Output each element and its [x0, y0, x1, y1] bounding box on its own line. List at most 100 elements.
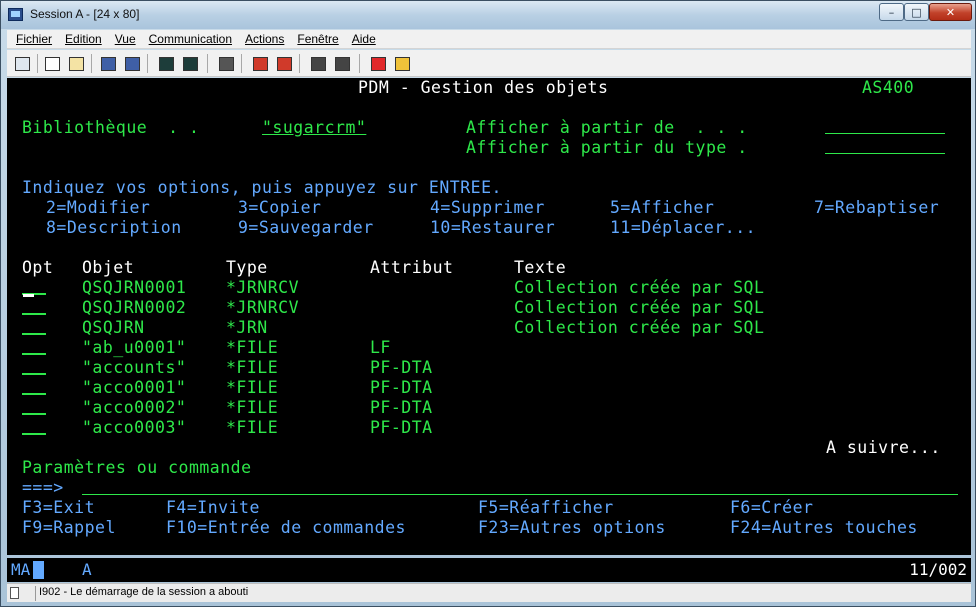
status-message: I902 - Le démarrage de la session a abou…	[39, 586, 249, 598]
library-field[interactable]: "sugarcrm"	[262, 118, 366, 138]
toolbar-separator	[241, 54, 242, 73]
receive-file-button[interactable]	[121, 53, 143, 74]
option-input[interactable]	[22, 393, 46, 395]
maximize-button[interactable]: □	[904, 3, 929, 21]
text-cursor	[23, 294, 34, 297]
status-divider	[35, 586, 36, 601]
menu-communication[interactable]: Communication	[149, 32, 232, 46]
toolbar-separator	[37, 54, 38, 73]
object-type: *JRNRCV	[226, 278, 300, 297]
status-bar: I902 - Le démarrage de la session a abou…	[7, 583, 971, 602]
option-7-rebaptiser: 7=Rebaptiser	[814, 198, 940, 217]
menu-vue[interactable]: Vue	[115, 32, 136, 46]
paste-button[interactable]	[65, 53, 87, 74]
position-to-type-field[interactable]	[825, 138, 945, 154]
position-to-field[interactable]	[825, 118, 945, 134]
object-type: *FILE	[226, 398, 279, 417]
fkey-f3[interactable]: F3=Exit	[22, 498, 95, 518]
object-attribute: PF-DTA	[370, 418, 433, 437]
keypad-button[interactable]	[179, 53, 201, 74]
option-2-modifier: 2=Modifier	[46, 198, 151, 217]
option-input[interactable]	[22, 413, 46, 415]
record-macro-button[interactable]	[249, 53, 271, 74]
title-bar[interactable]: Session A - [24 x 80] – □ ✕	[1, 1, 975, 29]
command-prompt: ===>	[22, 478, 64, 497]
toolbar-separator	[147, 54, 148, 73]
receive-file-icon	[125, 57, 140, 71]
option-input[interactable]	[22, 433, 46, 435]
object-name: "accounts"	[82, 358, 187, 377]
object-attribute: LF	[370, 338, 391, 357]
fkey-f4[interactable]: F4=Invite	[166, 498, 260, 518]
oia-status-block	[33, 561, 44, 579]
option-11-deplacer: 11=Déplacer...	[610, 218, 757, 237]
fkey-f10[interactable]: F10=Entrée de commandes	[166, 518, 406, 538]
object-name: "ab_u0001"	[82, 338, 187, 357]
fkey-f24[interactable]: F24=Autres touches	[730, 518, 918, 538]
library-label: Bibliothèque . .	[22, 118, 200, 137]
keypad-icon	[183, 57, 198, 71]
command-input[interactable]	[82, 478, 958, 495]
position-to-label: Afficher à partir de . . .	[466, 118, 748, 137]
display-button[interactable]	[155, 53, 177, 74]
object-name: "acco0002"	[82, 398, 187, 417]
fkey-f23[interactable]: F23=Autres options	[478, 518, 666, 538]
play-macro-button[interactable]	[307, 53, 329, 74]
play-macro-icon	[311, 57, 326, 71]
terminal-screen[interactable]: PDM - Gestion des objets AS400 Bibliothè…	[7, 78, 971, 555]
object-attribute: PF-DTA	[370, 398, 433, 417]
play-macro-2-button[interactable]	[331, 53, 353, 74]
menu-fenetre[interactable]: Fenêtre	[297, 32, 338, 46]
object-text: Collection créée par SQL	[514, 318, 765, 337]
menu-aide[interactable]: Aide	[352, 32, 376, 46]
minimize-button[interactable]: –	[879, 3, 904, 21]
macro-button[interactable]	[215, 53, 237, 74]
fkey-f5[interactable]: F5=Réafficher	[478, 498, 614, 518]
instructions-text: Indiquez vos options, puis appuyez sur E…	[22, 178, 502, 197]
option-input[interactable]	[22, 373, 46, 375]
menu-actions[interactable]: Actions	[245, 32, 284, 46]
toolbar-separator	[91, 54, 92, 73]
status-icon	[10, 587, 19, 599]
record-macro-icon	[253, 57, 268, 71]
fkey-f6[interactable]: F6=Créer	[730, 498, 813, 518]
app-icon[interactable]	[8, 8, 23, 21]
command-label: Paramètres ou commande	[22, 458, 252, 477]
menu-fichier[interactable]: Fichier	[16, 32, 52, 46]
help-button[interactable]	[367, 53, 389, 74]
notes-button[interactable]	[391, 53, 413, 74]
option-3-copier: 3=Copier	[238, 198, 322, 217]
screen-title: PDM - Gestion des objets	[358, 78, 609, 97]
option-input[interactable]	[22, 333, 46, 335]
column-header-opt: Opt	[22, 258, 54, 277]
stop-macro-button[interactable]	[273, 53, 295, 74]
toolbar-separator	[299, 54, 300, 73]
column-header-text: Texte	[514, 258, 567, 277]
fkey-f9[interactable]: F9=Rappel	[22, 518, 116, 538]
close-button[interactable]: ✕	[929, 3, 972, 21]
send-file-button[interactable]	[97, 53, 119, 74]
system-name: AS400	[862, 78, 915, 97]
display-icon	[159, 57, 174, 71]
option-input[interactable]	[22, 313, 46, 315]
object-attribute: PF-DTA	[370, 378, 433, 397]
print-screen-icon	[15, 57, 30, 71]
operator-info-area: MA A 11/002	[7, 558, 971, 582]
object-type: *FILE	[226, 418, 279, 437]
object-name: QSQJRN0002	[82, 298, 187, 317]
object-attribute: PF-DTA	[370, 358, 433, 377]
option-4-supprimer: 4=Supprimer	[430, 198, 545, 217]
play-macro-2-icon	[335, 57, 350, 71]
object-type: *JRNRCV	[226, 298, 300, 317]
option-5-afficher: 5=Afficher	[610, 198, 715, 217]
object-type: *FILE	[226, 358, 279, 377]
copy-button[interactable]	[41, 53, 63, 74]
oia-indicator: MA	[11, 560, 31, 579]
option-input[interactable]	[22, 353, 46, 355]
copy-icon	[45, 57, 60, 71]
object-type: *FILE	[226, 338, 279, 357]
help-icon	[371, 57, 386, 71]
object-type: *FILE	[226, 378, 279, 397]
print-screen-button[interactable]	[11, 53, 33, 74]
menu-edition[interactable]: Edition	[65, 32, 102, 46]
